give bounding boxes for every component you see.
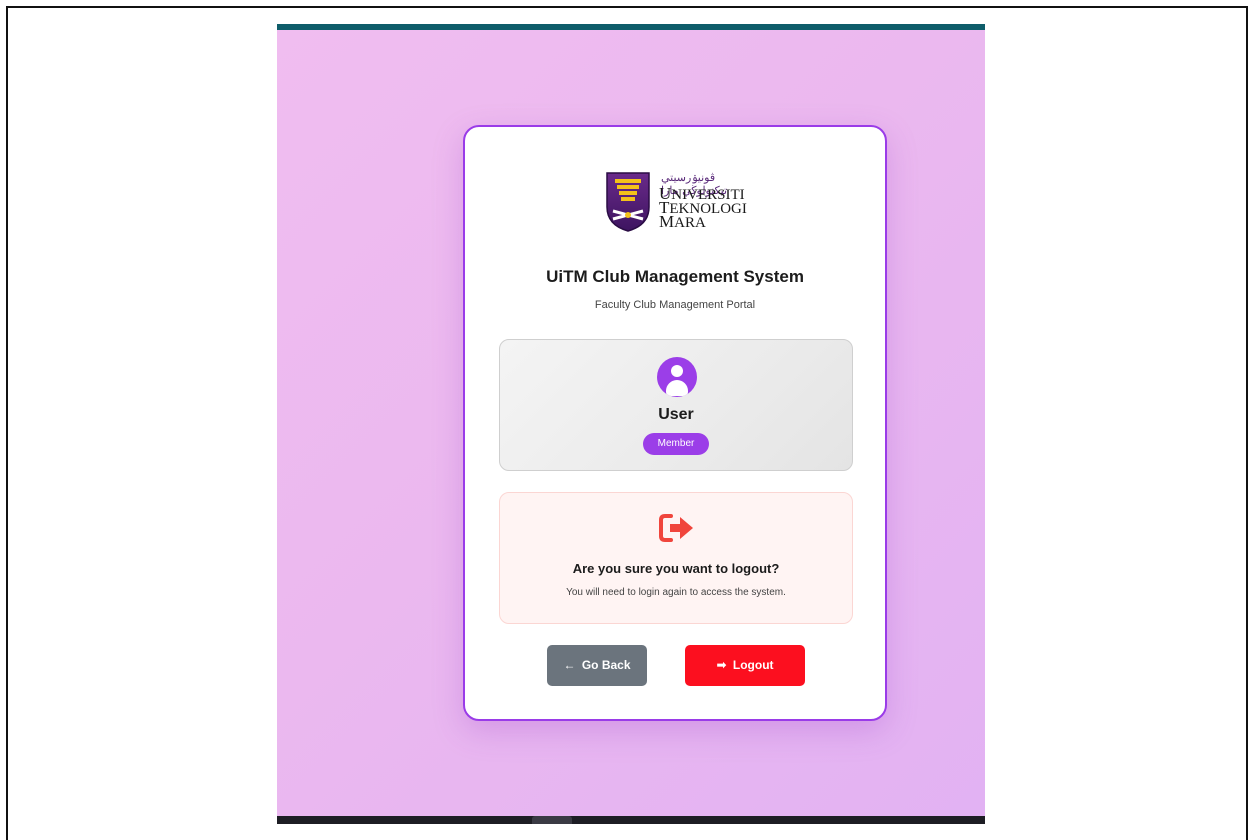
role-badge: Member [643, 433, 709, 455]
uitm-logo: ڤونيۏرسيتي تيكنولوڬي مارا UNIVERSITI TEK… [605, 171, 755, 233]
go-back-button[interactable]: ← Go Back [547, 645, 647, 686]
user-circle-icon [657, 357, 697, 397]
go-back-label: Go Back [581, 658, 631, 672]
user-info-panel: User Member [499, 339, 853, 471]
sign-out-icon [659, 514, 693, 542]
logout-hint: You will need to login again to access t… [566, 587, 786, 598]
uitm-crest-icon [606, 172, 650, 232]
logout-question: Are you sure you want to logout? [572, 561, 780, 576]
sign-out-small-icon: ➡ [716, 658, 727, 672]
arrow-left-icon: ← [563, 658, 576, 672]
logout-confirmation-panel: Are you sure you want to logout? You wil… [499, 492, 853, 624]
top-accent-bar [277, 24, 985, 30]
logo-text-line-3: MARA [659, 212, 706, 231]
logout-button[interactable]: ➡ Logout [685, 645, 805, 686]
logout-card: ڤونيۏرسيتي تيكنولوڬي مارا UNIVERSITI TEK… [463, 125, 887, 721]
bottom-bar [277, 816, 985, 824]
page-subtitle: Faculty Club Management Portal [594, 299, 756, 311]
user-name: User [658, 406, 694, 423]
logout-label: Logout [732, 658, 774, 672]
page-title: UiTM Club Management System [546, 267, 804, 286]
logo-text-line-1: UNIVERSITI [659, 184, 745, 203]
browser-viewport: ڤونيۏرسيتي تيكنولوڬي مارا UNIVERSITI TEK… [277, 24, 985, 824]
